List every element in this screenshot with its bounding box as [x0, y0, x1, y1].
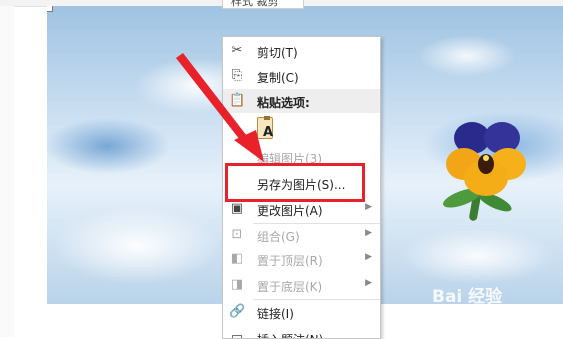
link-icon: 🔗: [229, 304, 246, 319]
menu-item-cut[interactable]: ✂ 剪切(T): [223, 39, 380, 63]
page-margin: [0, 6, 14, 337]
copy-icon: ⎘: [231, 68, 243, 83]
menu-item-label: 置于顶层(R): [257, 254, 323, 268]
text-only-icon: A: [263, 125, 274, 140]
pansy-flower: [446, 122, 526, 196]
menu-item-group[interactable]: ⊡ 组合(G) ▶: [223, 223, 380, 247]
menu-item-send-to-back[interactable]: ◨ 置于底层(K) ▶: [223, 273, 380, 297]
submenu-arrow-icon: ▶: [365, 202, 372, 212]
submenu-arrow-icon: ▶: [365, 252, 372, 262]
resize-handle[interactable]: [47, 6, 53, 12]
menu-item-label: 剪切(T): [257, 46, 298, 60]
paste-options-header: 📋 粘贴选项:: [223, 89, 380, 113]
menu-item-label: 置于底层(K): [257, 280, 323, 294]
watermark-brand: Bai 经验: [432, 287, 503, 307]
watermark-url: jingyan.baidu.com: [432, 309, 516, 319]
submenu-arrow-icon: ▶: [365, 278, 372, 288]
document-canvas: 样式 裁剪 ✂ 剪切(T) ⎘ 复制(C) 📋 粘贴选项: A 编辑图片(3) …: [0, 0, 563, 339]
menu-item-copy[interactable]: ⎘ 复制(C): [223, 64, 380, 88]
menu-item-insert-caption[interactable]: ▭ 插入题注(N)...: [223, 326, 380, 339]
group-icon: ⊡: [231, 227, 243, 242]
menu-item-label: 更改图片(A): [257, 204, 323, 218]
annotation-highlight-box: [225, 163, 365, 202]
menu-item-bring-to-front[interactable]: ◧ 置于顶层(R) ▶: [223, 247, 380, 271]
send-to-back-icon: ◨: [230, 277, 244, 292]
menu-item-label: 组合(G): [257, 230, 300, 244]
mini-toolbar-label: 样式 裁剪: [231, 0, 279, 8]
scissors-icon: ✂: [231, 43, 243, 58]
submenu-arrow-icon: ▶: [365, 228, 372, 238]
caption-icon: ▭: [230, 330, 244, 339]
menu-item-label: 复制(C): [257, 71, 299, 85]
clipboard-icon: 📋: [229, 93, 246, 108]
menu-item-label: 插入题注(N)...: [257, 331, 335, 338]
menu-item-label: 链接(I): [257, 307, 294, 321]
mini-toolbar[interactable]: 样式 裁剪: [222, 0, 304, 9]
baidu-watermark: Bai 经验 jingyan.baidu.com: [432, 282, 557, 332]
menu-item-link[interactable]: 🔗 链接(I): [223, 300, 380, 324]
bring-to-front-icon: ◧: [230, 251, 244, 266]
paste-keep-text-only-button[interactable]: A: [255, 116, 277, 141]
change-picture-icon: ▣: [230, 201, 244, 216]
menu-item-label: 粘贴选项:: [257, 96, 310, 110]
